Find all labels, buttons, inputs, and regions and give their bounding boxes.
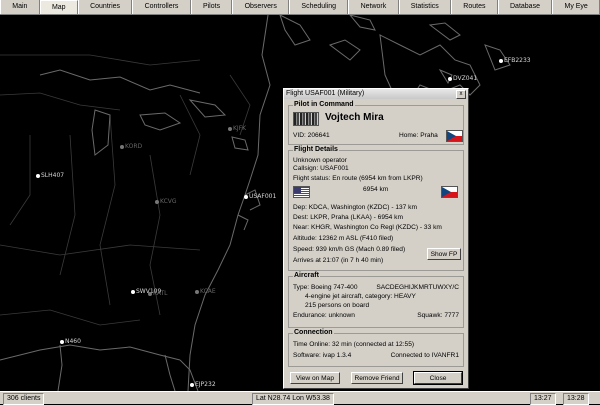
marker-label: KATL <box>153 290 168 297</box>
marker-label: KCVG <box>160 198 177 205</box>
flight-details-legend: Flight Details <box>293 146 339 153</box>
airport-marker[interactable]: KORD <box>120 143 142 150</box>
airport-marker[interactable]: KJFK <box>228 125 246 132</box>
tab-main[interactable]: Main <box>0 0 40 14</box>
tab-my-eye[interactable]: My Eye <box>552 0 600 14</box>
airport-dot-icon <box>120 144 124 149</box>
arrival-time: Arrives at 21:07 (in 7 h 40 min) <box>293 257 384 264</box>
aircraft-dot-icon <box>499 58 503 63</box>
airport-marker[interactable]: KCVG <box>155 198 177 205</box>
connected-server: Connected to IVANFR1 <box>390 352 459 359</box>
airport-dot-icon <box>148 291 152 296</box>
connection-section: Connection Time Online: 32 min (connecte… <box>288 329 464 367</box>
squawk: Squawk: 7777 <box>417 312 459 319</box>
utc-time: 13:28 <box>563 393 589 405</box>
cursor-coordinates: Lat N28.74 Lon W53.38 <box>252 393 334 405</box>
show-flight-plan-button[interactable]: Show FP <box>427 248 461 260</box>
aircraft-dot-icon <box>36 173 40 178</box>
tab-database[interactable]: Database <box>497 0 553 14</box>
marker-label: KORD <box>125 143 143 150</box>
aircraft-dot-icon <box>131 289 135 294</box>
aircraft-type: Type: Boeing 747-400 <box>293 284 358 291</box>
marker-label: EJP232 <box>195 381 216 388</box>
departure: Dep: KDCA, Washington (KZDC) - 137 km <box>293 204 417 211</box>
flight-status: Flight status: En route (6954 km from LK… <box>293 175 423 182</box>
tab-statistics[interactable]: Statistics <box>398 0 452 14</box>
aircraft-dot-icon <box>244 194 248 199</box>
status-bar: 306 clients Lat N28.74 Lon W53.38 13:27 … <box>0 391 600 405</box>
aircraft-description: 4-engine jet aircraft, category: HEAVY <box>305 293 416 300</box>
client-software: Software: ivap 1.3.4 <box>293 352 352 359</box>
pilot-avatar <box>293 112 319 126</box>
endurance: Endurance: unknown <box>293 312 355 319</box>
aircraft-marker[interactable]: DVZ041 <box>448 75 477 82</box>
us-flag-icon <box>293 186 310 198</box>
tab-controllers[interactable]: Controllers <box>132 0 191 14</box>
marker-label: N460 <box>65 338 81 345</box>
marker-label: EFB2233 <box>504 57 531 64</box>
pilot-home: Home: Praha <box>399 132 438 139</box>
altitude: Altitude: 12362 m ASL (F410 filed) <box>293 235 394 242</box>
marker-label: USAF001 <box>249 193 277 200</box>
flight-details-section: Flight Details Unknown operator Callsign… <box>288 146 464 271</box>
nearest-airport: Near: KHGR, Washington Co Regl (KZDC) - … <box>293 224 442 231</box>
tab-map[interactable]: Map <box>39 0 78 14</box>
airport-marker[interactable]: KATL <box>148 290 167 297</box>
speed: Speed: 939 km/h GS (Mach 0.89 filed) <box>293 246 406 253</box>
airport-dot-icon <box>155 199 159 204</box>
flight-info-dialog: Flight USAF001 (Military) x Pilot in Com… <box>283 88 469 389</box>
marker-label: KJFK <box>233 125 247 132</box>
airport-marker[interactable]: KCAE <box>195 288 216 295</box>
pilot-legend: Pilot in Command <box>293 101 355 108</box>
aircraft-legend: Aircraft <box>293 272 320 279</box>
callsign: Callsign: USAF001 <box>293 165 349 172</box>
tab-observers[interactable]: Observers <box>232 0 290 14</box>
pilot-vid: VID: 206641 <box>293 132 330 139</box>
aircraft-marker[interactable]: EJP232 <box>190 381 216 388</box>
main-tab-bar: Main Map Countries Controllers Pilots Observe… <box>0 0 600 15</box>
aircraft-dot-icon <box>60 339 64 344</box>
dialog-title: Flight USAF001 (Military) <box>286 90 365 97</box>
time-online: Time Online: 32 min (connected at 12:55) <box>293 341 415 348</box>
equipment-code: SACDEGHIJKMRTUWXY/C <box>376 284 459 291</box>
view-on-map-button[interactable]: View on Map <box>290 372 340 384</box>
client-count: 306 clients <box>3 393 45 405</box>
aircraft-dot-icon <box>190 382 194 387</box>
dialog-title-bar[interactable]: Flight USAF001 (Military) x <box>284 89 468 99</box>
operator: Unknown operator <box>293 157 347 164</box>
czech-flag-icon <box>446 130 463 142</box>
aircraft-marker[interactable]: SLH407 <box>36 172 64 179</box>
aircraft-marker[interactable]: EFB2233 <box>499 57 531 64</box>
tab-scheduling[interactable]: Scheduling <box>289 0 349 14</box>
tab-network[interactable]: Network <box>348 0 399 14</box>
close-button[interactable]: Close <box>413 371 463 385</box>
local-time: 13:27 <box>530 393 556 405</box>
tab-pilots[interactable]: Pilots <box>190 0 233 14</box>
close-icon[interactable]: x <box>456 90 466 99</box>
airport-dot-icon <box>228 126 232 131</box>
airport-dot-icon <box>195 289 199 294</box>
pilot-section: Pilot in Command Vojtech Mira VID: 20664… <box>288 101 464 145</box>
tab-routes[interactable]: Routes <box>451 0 498 14</box>
aircraft-marker[interactable]: N460 <box>60 338 81 345</box>
marker-label: DVZ041 <box>453 75 478 82</box>
marker-label: SLH407 <box>41 172 65 179</box>
aircraft-dot-icon <box>448 76 452 81</box>
persons-on-board: 215 persons on board <box>305 302 370 309</box>
destination: Dest: LKPR, Praha (LKAA) - 6954 km <box>293 214 403 221</box>
marker-label: KCAE <box>200 288 216 295</box>
aircraft-marker[interactable]: USAF001 <box>244 193 276 200</box>
destination-flag-icon <box>441 186 458 198</box>
remove-friend-button[interactable]: Remove Friend <box>351 372 403 384</box>
aircraft-section: Aircraft Type: Boeing 747-400 SACDEGHIJK… <box>288 272 464 328</box>
connection-legend: Connection <box>293 329 334 336</box>
pilot-name: Vojtech Mira <box>325 112 384 123</box>
tab-countries[interactable]: Countries <box>77 0 133 14</box>
remaining-distance: 6954 km <box>363 186 389 193</box>
